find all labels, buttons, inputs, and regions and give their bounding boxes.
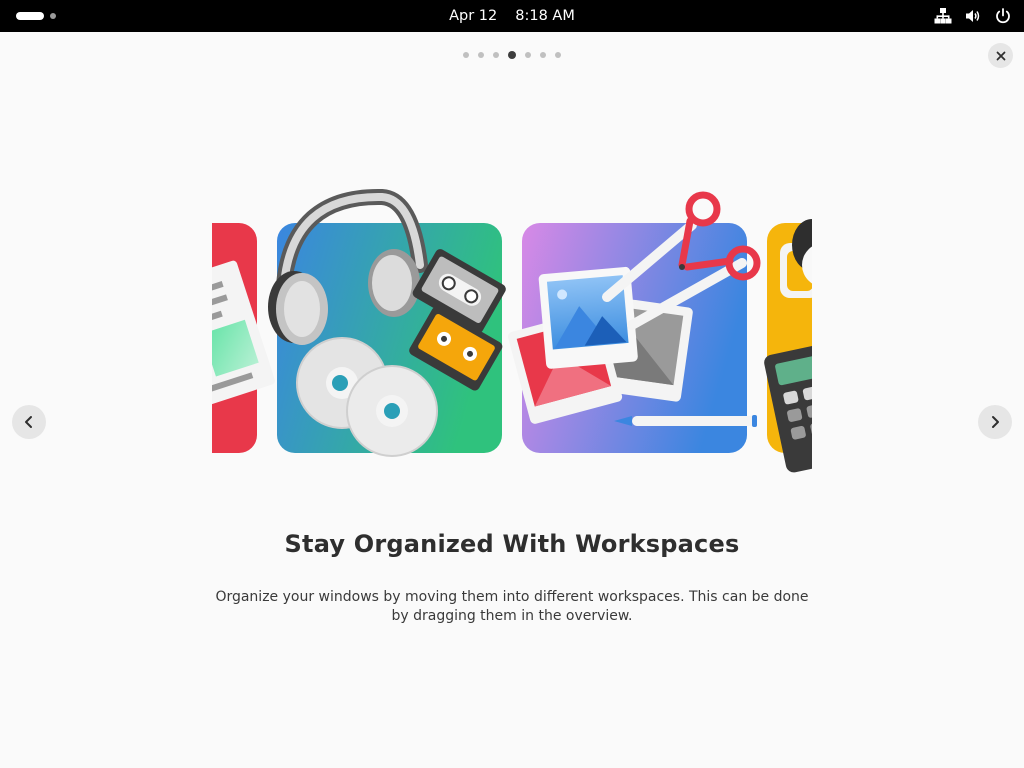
workspace-card-photos: [508, 191, 761, 453]
page-title: Stay Organized With Workspaces: [284, 530, 740, 558]
close-button[interactable]: [988, 43, 1013, 68]
page-indicator-dot[interactable]: [508, 51, 516, 59]
next-page-button[interactable]: [978, 405, 1012, 439]
clock-time[interactable]: 8:18 AM: [515, 8, 575, 24]
chevron-right-icon: [992, 416, 999, 428]
page-indicator-dot[interactable]: [478, 52, 484, 58]
chevron-left-icon: [25, 416, 32, 428]
top-bar: Apr 12 8:18 AM: [0, 0, 1024, 32]
workspaces-illustration: [212, 185, 812, 475]
system-tray[interactable]: [934, 0, 1012, 32]
page-indicator-dot[interactable]: [493, 52, 499, 58]
page-indicator-dot[interactable]: [555, 52, 561, 58]
workspace-indicator-dot: [50, 13, 56, 19]
page-indicator-dot[interactable]: [540, 52, 546, 58]
previous-page-button[interactable]: [12, 405, 46, 439]
clock-date[interactable]: Apr 12: [449, 8, 497, 24]
page-description: Organize your windows by moving them int…: [215, 589, 809, 624]
workspace-card-documents: [212, 223, 275, 453]
page-indicator-dot[interactable]: [463, 52, 469, 58]
network-wired-icon[interactable]: [934, 7, 952, 25]
volume-icon[interactable]: [964, 7, 982, 25]
clock: Apr 12 8:18 AM: [0, 0, 1024, 32]
page-indicator-dot[interactable]: [525, 52, 531, 58]
workspace-card-media: [268, 188, 506, 457]
power-icon[interactable]: [994, 7, 1012, 25]
workspace-indicator-active: [16, 12, 44, 20]
activities-indicator[interactable]: [12, 8, 64, 24]
workspace-card-office: [764, 219, 812, 473]
close-icon: [996, 51, 1005, 60]
page-indicator[interactable]: [0, 50, 1024, 60]
